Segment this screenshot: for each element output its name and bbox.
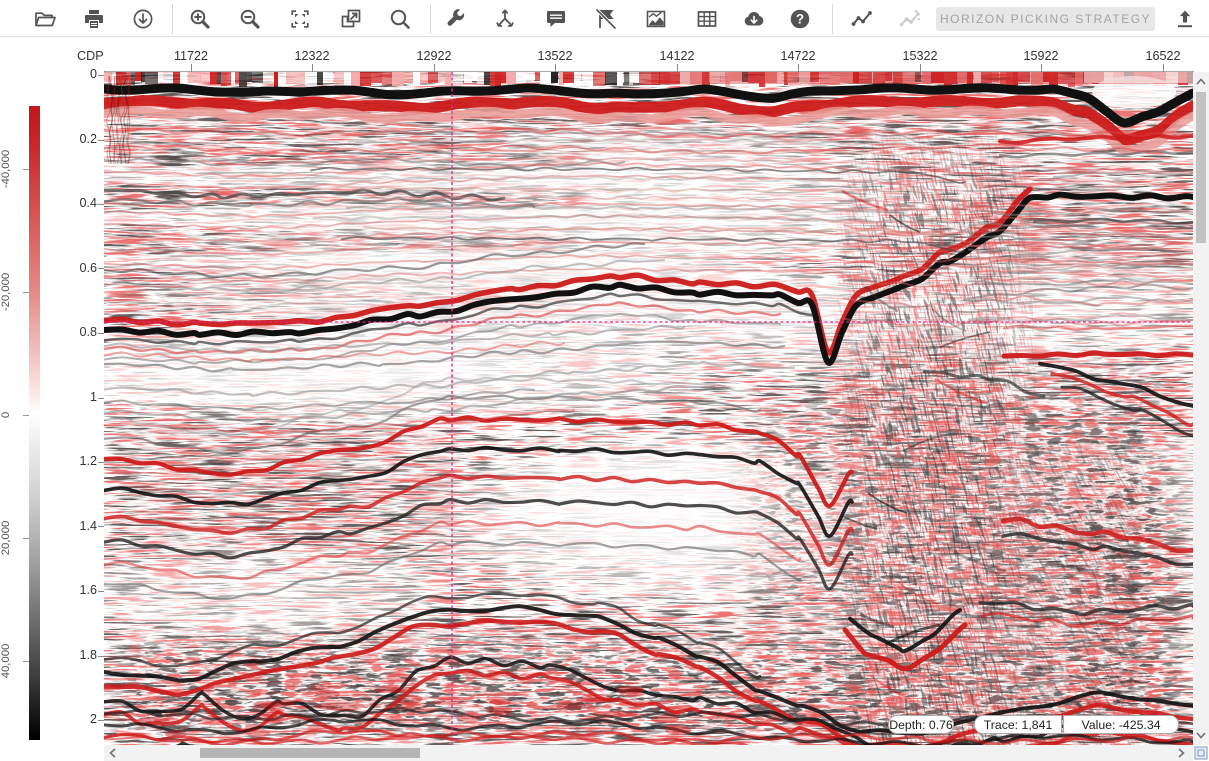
- svg-text:?: ?: [796, 12, 804, 27]
